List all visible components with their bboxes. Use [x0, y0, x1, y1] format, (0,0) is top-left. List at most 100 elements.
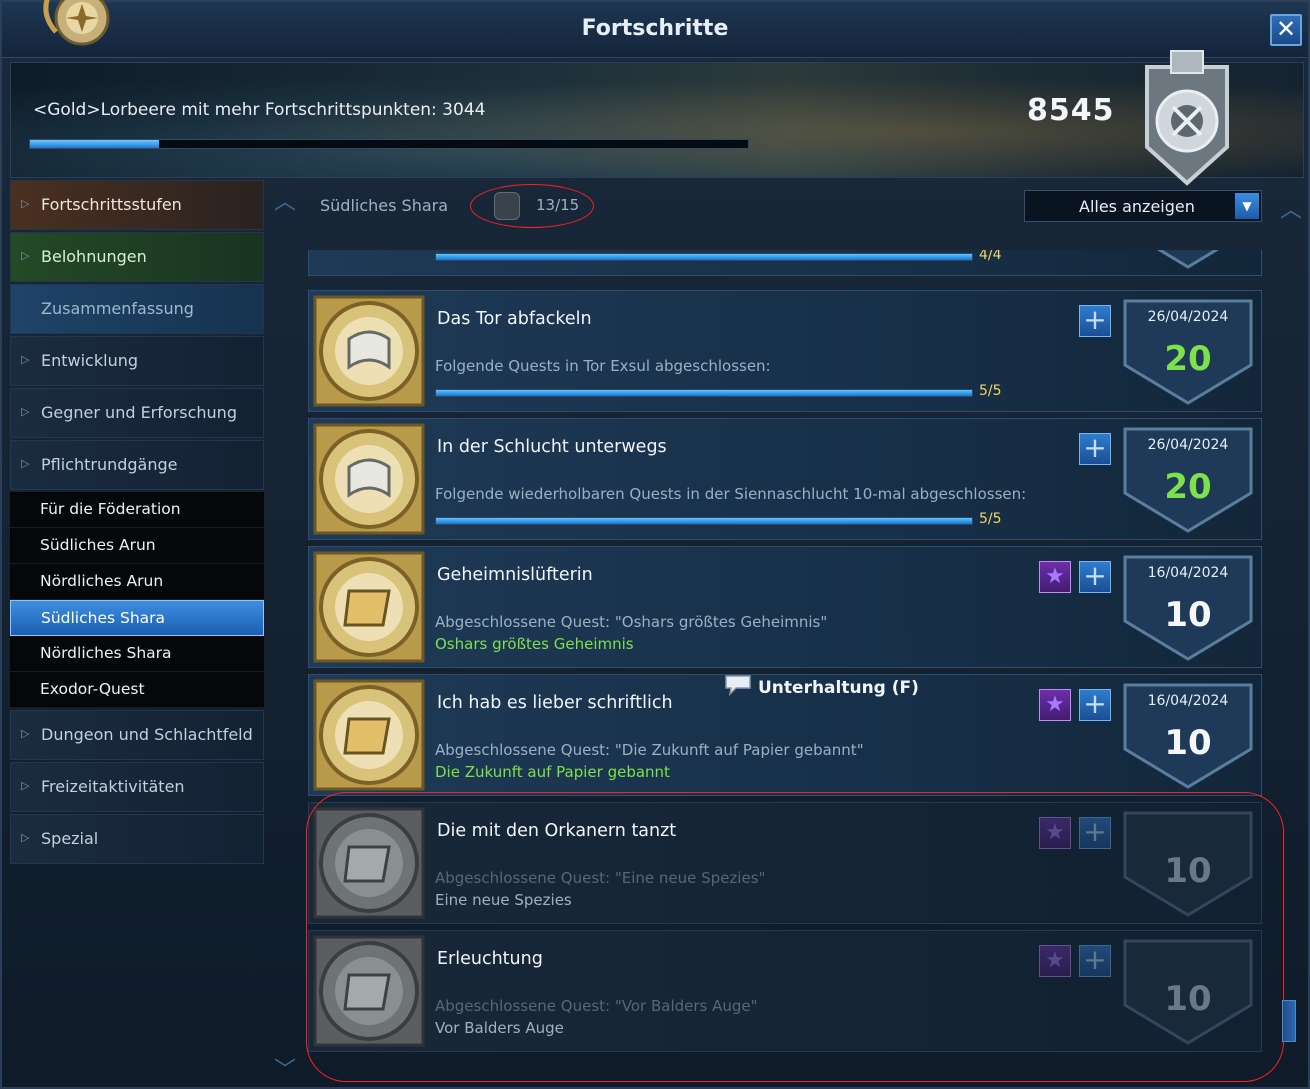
title-bar: Fortschritte ✕ [2, 0, 1308, 58]
sidebar-item-label: Spezial [41, 829, 99, 848]
sidebar-subitem-suedliches-shara[interactable]: Südliches Shara [10, 600, 264, 636]
sidebar-subitem-label: Südliches Arun [40, 536, 156, 554]
sidebar-item-spezial[interactable]: ▷ Spezial [10, 814, 264, 864]
score-value: 20 [1164, 467, 1212, 507]
star-icon[interactable]: ★ [1039, 561, 1071, 593]
expand-button[interactable]: + [1079, 689, 1111, 721]
sidebar-item-freizeit[interactable]: ▷ Freizeitaktivitäten [10, 762, 264, 812]
scroll-up-icon[interactable]: ︿ [1280, 192, 1302, 224]
progress-window: Fortschritte ✕ <Gold>Lorbeere mit mehr F… [0, 0, 1310, 1089]
score-value: 20 [1164, 339, 1212, 379]
achievement-entry[interactable]: Geheimnislüfterin Abgeschlossene Quest: … [308, 546, 1262, 668]
sidebar-item-pflichtrundgaenge[interactable]: ▷ Pflichtrundgänge [10, 440, 264, 490]
sidebar-item-gegner[interactable]: ▷ Gegner und Erforschung [10, 388, 264, 438]
sidebar-item-label: Pflichtrundgänge [41, 455, 178, 474]
achievement-entry[interactable]: 4/4 [308, 250, 1262, 276]
sidebar-item-label: Gegner und Erforschung [41, 403, 237, 422]
entry-title: Das Tor abfackeln [437, 309, 592, 329]
filter-label: Alles anzeigen [1079, 197, 1195, 216]
expand-button[interactable]: + [1079, 561, 1111, 593]
entry-title: In der Schlucht unterwegs [437, 437, 667, 457]
entry-progress-fill [436, 254, 972, 260]
sidebar-subitem-label: Für die Föderation [40, 500, 181, 518]
entry-quest-link[interactable]: Die Zukunft auf Papier gebannt [435, 763, 670, 781]
entry-progress-bar [435, 517, 973, 525]
sidebar: ▷ Fortschrittsstufen ▷ Belohnungen Zusam… [10, 180, 264, 1060]
chat-bubble-icon [725, 675, 751, 696]
entry-progress-text: 5/5 [979, 511, 1002, 527]
entry-title: Ich hab es lieber schriftlich [437, 693, 673, 713]
sidebar-item-label: Freizeitaktivitäten [41, 777, 185, 796]
entry-description: Abgeschlossene Quest: "Oshars größtes Ge… [435, 613, 828, 631]
sidebar-subitem-exodor-quest[interactable]: Exodor-Quest [10, 672, 264, 708]
completion-date: 16/04/2024 [1147, 565, 1229, 581]
arrow-right-icon: ▷ [21, 405, 30, 418]
sidebar-item-fortschrittsstufen[interactable]: ▷ Fortschrittsstufen [10, 180, 264, 230]
sidebar-item-belohnungen[interactable]: ▷ Belohnungen [10, 232, 264, 282]
entry-progress-fill [436, 518, 972, 524]
sidebar-subitem-label: Exodor-Quest [40, 680, 145, 698]
achievement-entry[interactable]: In der Schlucht unterwegs Folgende wiede… [308, 418, 1262, 540]
sidebar-subitem-label: Nördliches Shara [40, 644, 172, 662]
entry-progress-text: 5/5 [979, 383, 1002, 399]
close-button[interactable]: ✕ [1270, 14, 1302, 46]
sidebar-item-entwicklung[interactable]: ▷ Entwicklung [10, 336, 264, 386]
sidebar-subitem-foederation[interactable]: Für die Föderation [10, 492, 264, 528]
star-icon[interactable]: ★ [1039, 689, 1071, 721]
entry-description: Folgende wiederholbaren Quests in der Si… [435, 485, 1027, 503]
expand-button[interactable]: + [1079, 305, 1111, 337]
score-value: 10 [1164, 723, 1212, 763]
sidebar-subitem-label: Nördliches Arun [40, 572, 164, 590]
achievement-entry[interactable]: Das Tor abfackeln Folgende Quests in Tor… [308, 290, 1262, 412]
list-scroll-down-icon[interactable]: ﹀ [274, 1052, 296, 1084]
sidebar-item-dungeon[interactable]: ▷ Dungeon und Schlachtfeld [10, 710, 264, 760]
entry-progress-text: 4/4 [979, 250, 1002, 263]
window-title: Fortschritte [581, 16, 729, 41]
chevron-down-icon: ▼ [1235, 193, 1259, 219]
arrow-right-icon: ▷ [21, 831, 30, 844]
filter-dropdown[interactable]: Alles anzeigen ▼ [1024, 190, 1262, 222]
annotation-circle [470, 184, 594, 228]
sidebar-item-label: Fortschrittsstufen [41, 195, 182, 214]
completion-date: 16/04/2024 [1147, 693, 1229, 709]
arrow-right-icon: ▷ [21, 197, 30, 210]
arrow-down-icon: ▷ [21, 457, 30, 470]
scroll-medal-icon [313, 295, 425, 407]
laurel-progress-text: <Gold>Lorbeere mit mehr Fortschrittspunk… [33, 100, 486, 120]
sidebar-item-label: Dungeon und Schlachtfeld [41, 725, 253, 744]
region-name: Südliches Shara [320, 196, 449, 215]
entry-description: Abgeschlossene Quest: "Die Zukunft auf P… [435, 741, 864, 759]
scroll-thumb[interactable] [1282, 1000, 1296, 1042]
entry-description: Folgende Quests in Tor Exsul abgeschloss… [435, 357, 771, 375]
laurel-progress-bar [29, 139, 749, 149]
progress-points: 8545 [1027, 93, 1115, 128]
sidebar-item-label: Zusammenfassung [41, 299, 194, 318]
entry-progress-bar [435, 253, 973, 261]
sidebar-subitem-suedliches-arun[interactable]: Südliches Arun [10, 528, 264, 564]
sidebar-subitem-noerdliches-shara[interactable]: Nördliches Shara [10, 636, 264, 672]
entry-quest-link[interactable]: Oshars größtes Geheimnis [435, 635, 634, 653]
score-value: 10 [1164, 595, 1212, 635]
score-shield-icon [1156, 250, 1220, 269]
annotation-outline [306, 792, 1284, 1082]
scrollbar[interactable]: ︿ [1280, 192, 1302, 1052]
header-banner: <Gold>Lorbeere mit mehr Fortschrittspunk… [10, 50, 1304, 186]
sidebar-subitem-noerdliches-arun[interactable]: Nördliches Arun [10, 564, 264, 600]
scroll-medal-icon [313, 551, 425, 663]
expand-button[interactable]: + [1079, 433, 1111, 465]
list-scroll-up-icon[interactable]: ︿ [274, 184, 296, 216]
sidebar-item-label: Entwicklung [41, 351, 138, 370]
scroll-medal-icon [313, 423, 425, 535]
completion-date: 26/04/2024 [1147, 437, 1229, 453]
scroll-medal-icon [313, 679, 425, 791]
sidebar-subitem-label: Südliches Shara [41, 609, 166, 627]
sidebar-item-label: Belohnungen [41, 247, 147, 266]
interaction-hint-text: Unterhaltung (F) [758, 678, 919, 698]
arrow-right-icon: ▷ [21, 353, 30, 366]
arrow-right-icon: ▷ [21, 779, 30, 792]
sidebar-item-zusammenfassung[interactable]: Zusammenfassung [10, 284, 264, 334]
arrow-right-icon: ▷ [21, 727, 30, 740]
laurel-progress-fill [30, 140, 160, 148]
close-icon: ✕ [1275, 15, 1297, 43]
entry-title: Geheimnislüfterin [437, 565, 593, 585]
